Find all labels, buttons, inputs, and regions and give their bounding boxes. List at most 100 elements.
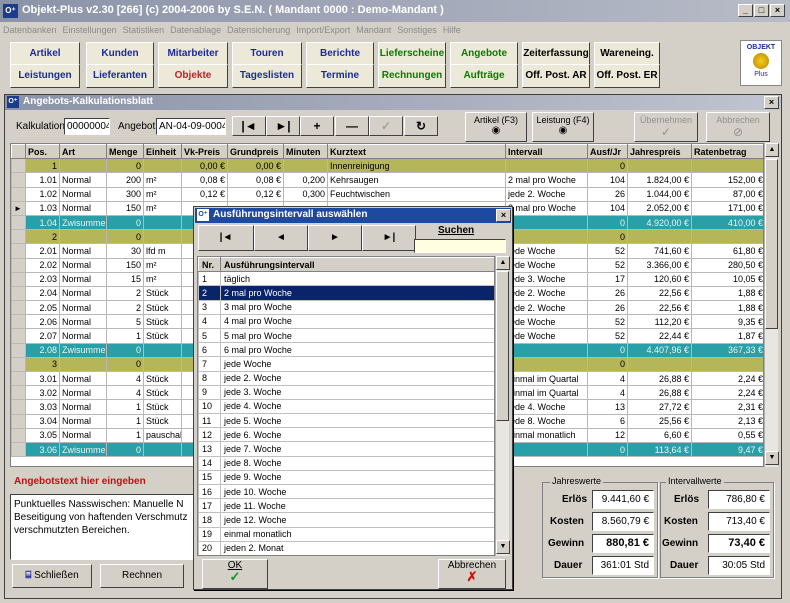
table-cell[interactable]: 0 — [587, 342, 628, 358]
table-cell[interactable]: 1.01 — [25, 172, 60, 188]
list-item-label[interactable]: 4 mal pro Woche — [220, 313, 494, 329]
table-cell[interactable]: Normal — [59, 385, 107, 401]
table-cell[interactable] — [691, 158, 763, 174]
table-cell[interactable]: 2,31 € — [691, 399, 763, 415]
list-item-label[interactable]: jeden 2. Monat — [220, 540, 494, 555]
table-cell[interactable]: Stück — [143, 300, 182, 316]
list-item[interactable]: 55 mal pro Woche — [198, 327, 494, 344]
schliessen-button[interactable]: ⌸ Schließen — [12, 564, 92, 588]
table-cell[interactable]: 2.07 — [25, 328, 60, 344]
table-cell[interactable]: 30 — [106, 243, 144, 259]
column-header[interactable]: Grundpreis — [227, 144, 284, 160]
grid-scrollbar[interactable]: ▲ ▼ — [764, 143, 779, 467]
menu-item[interactable]: Datenbanken — [3, 25, 57, 35]
table-cell[interactable]: 200 — [106, 172, 144, 188]
table-cell[interactable]: 1 — [106, 328, 144, 344]
menu-item[interactable]: Statistiken — [123, 25, 165, 35]
table-cell[interactable]: 410,00 € — [691, 214, 763, 231]
table-cell[interactable] — [143, 214, 182, 231]
dialog-scroll-thumb[interactable] — [496, 271, 509, 421]
table-cell[interactable]: 61,80 € — [691, 243, 763, 259]
table-cell[interactable]: 104 — [587, 172, 628, 188]
column-header[interactable]: Minuten — [283, 144, 328, 160]
table-cell[interactable]: 150 — [106, 257, 144, 273]
uebernehmen-button[interactable]: Übernehmen ✓ — [634, 112, 698, 142]
table-cell[interactable]: 0 — [106, 158, 144, 174]
list-item[interactable]: 66 mal pro Woche — [198, 342, 494, 358]
list-item-nr[interactable]: 8 — [198, 370, 221, 386]
table-cell[interactable]: 4 — [587, 370, 628, 387]
table-cell[interactable] — [505, 342, 588, 358]
table-cell[interactable]: 22,56 € — [627, 300, 692, 316]
row-indicator[interactable] — [11, 413, 26, 429]
table-cell[interactable]: Normal — [59, 413, 107, 429]
table-row[interactable]: 1.02 Normal 300 m² 0,12 €0,12 €0,300 Feuchtwi… — [11, 186, 763, 202]
table-cell[interactable]: 52 — [587, 257, 628, 273]
list-item-nr[interactable]: 1 — [198, 271, 221, 287]
list-item-nr[interactable]: 17 — [198, 498, 221, 514]
table-cell[interactable]: jede Woche — [505, 314, 588, 330]
row-indicator[interactable] — [11, 328, 26, 344]
dialog-scroll-up-icon[interactable]: ▲ — [496, 256, 510, 270]
table-cell[interactable]: Normal — [59, 271, 107, 287]
nav-button-lieferanten[interactable]: Lieferanten — [86, 64, 154, 88]
table-cell[interactable]: 4 — [106, 370, 144, 387]
list-item-nr[interactable]: 2 — [198, 285, 221, 301]
nav-button-zeiterfassung[interactable]: Zeiterfassung — [522, 42, 590, 66]
table-cell[interactable]: 26,88 € — [627, 385, 692, 401]
column-header[interactable]: Vk-Preis — [181, 144, 228, 160]
table-cell[interactable]: jede 8. Woche — [505, 413, 588, 429]
table-cell[interactable]: 26,88 € — [627, 370, 692, 387]
table-cell[interactable]: 152,00 € — [691, 172, 763, 188]
table-cell[interactable] — [691, 356, 763, 373]
scroll-thumb[interactable] — [765, 159, 778, 329]
list-item-label[interactable]: jede 2. Woche — [220, 370, 494, 386]
ok-button[interactable]: OK ✓ — [202, 559, 268, 589]
table-cell[interactable]: m² — [143, 257, 182, 273]
table-cell[interactable]: 27,72 € — [627, 399, 692, 415]
table-cell[interactable]: jede 3. Woche — [505, 271, 588, 287]
table-cell[interactable]: 0,12 € — [227, 186, 284, 202]
table-cell[interactable]: 2.052,00 € — [627, 200, 692, 216]
table-cell[interactable]: 0,00 € — [181, 158, 228, 174]
table-cell[interactable]: 17 — [587, 271, 628, 287]
table-cell[interactable]: einmal im Quartal — [505, 385, 588, 401]
table-cell[interactable]: jede 2. Woche — [505, 285, 588, 302]
table-cell[interactable]: 3.04 — [25, 413, 60, 429]
table-cell[interactable]: 25,56 € — [627, 413, 692, 429]
list-item-nr[interactable]: 18 — [198, 512, 221, 528]
column-header[interactable]: Pos. — [25, 144, 60, 160]
table-cell[interactable]: 1,87 € — [691, 328, 763, 344]
table-cell[interactable] — [283, 158, 328, 174]
table-cell[interactable]: 4.920,00 € — [627, 214, 692, 231]
column-header[interactable]: Kurztext — [327, 144, 506, 160]
table-cell[interactable]: Stück — [143, 413, 182, 429]
dialog-close-button[interactable]: × — [496, 209, 511, 222]
close-button[interactable]: × — [770, 4, 785, 17]
table-cell[interactable]: 2,24 € — [691, 385, 763, 401]
list-item-nr[interactable]: 3 — [198, 299, 221, 315]
scroll-down-icon[interactable]: ▼ — [765, 451, 779, 465]
list-item[interactable]: 7 jede Woche — [198, 356, 494, 372]
table-cell[interactable]: 1 — [106, 427, 144, 443]
list-item-label[interactable]: 3 mal pro Woche — [220, 299, 494, 315]
list-item-label[interactable]: einmal monatlich — [220, 526, 494, 542]
table-cell[interactable]: 0 — [106, 356, 144, 373]
table-cell[interactable]: Normal — [59, 370, 107, 387]
table-cell[interactable] — [505, 158, 588, 174]
table-cell[interactable] — [627, 356, 692, 373]
list-item-nr[interactable]: 7 — [198, 356, 221, 372]
scroll-up-icon[interactable]: ▲ — [765, 143, 779, 157]
table-cell[interactable]: 1,88 € — [691, 285, 763, 302]
table-cell[interactable]: 4 — [106, 385, 144, 401]
table-cell[interactable]: 12 — [587, 427, 628, 443]
menu-item[interactable]: Sonstiges — [397, 25, 437, 35]
table-cell[interactable]: 120,60 € — [627, 271, 692, 287]
table-cell[interactable]: 0 — [587, 214, 628, 231]
table-cell[interactable]: 2 mal pro Woche — [505, 200, 588, 216]
list-item-nr[interactable]: 15 — [198, 469, 221, 486]
nav-button-tageslisten[interactable]: Tageslisten — [232, 64, 302, 88]
table-cell[interactable]: m² — [143, 172, 182, 188]
table-cell[interactable]: Zwisumme — [59, 214, 107, 231]
table-cell[interactable]: 104 — [587, 200, 628, 216]
